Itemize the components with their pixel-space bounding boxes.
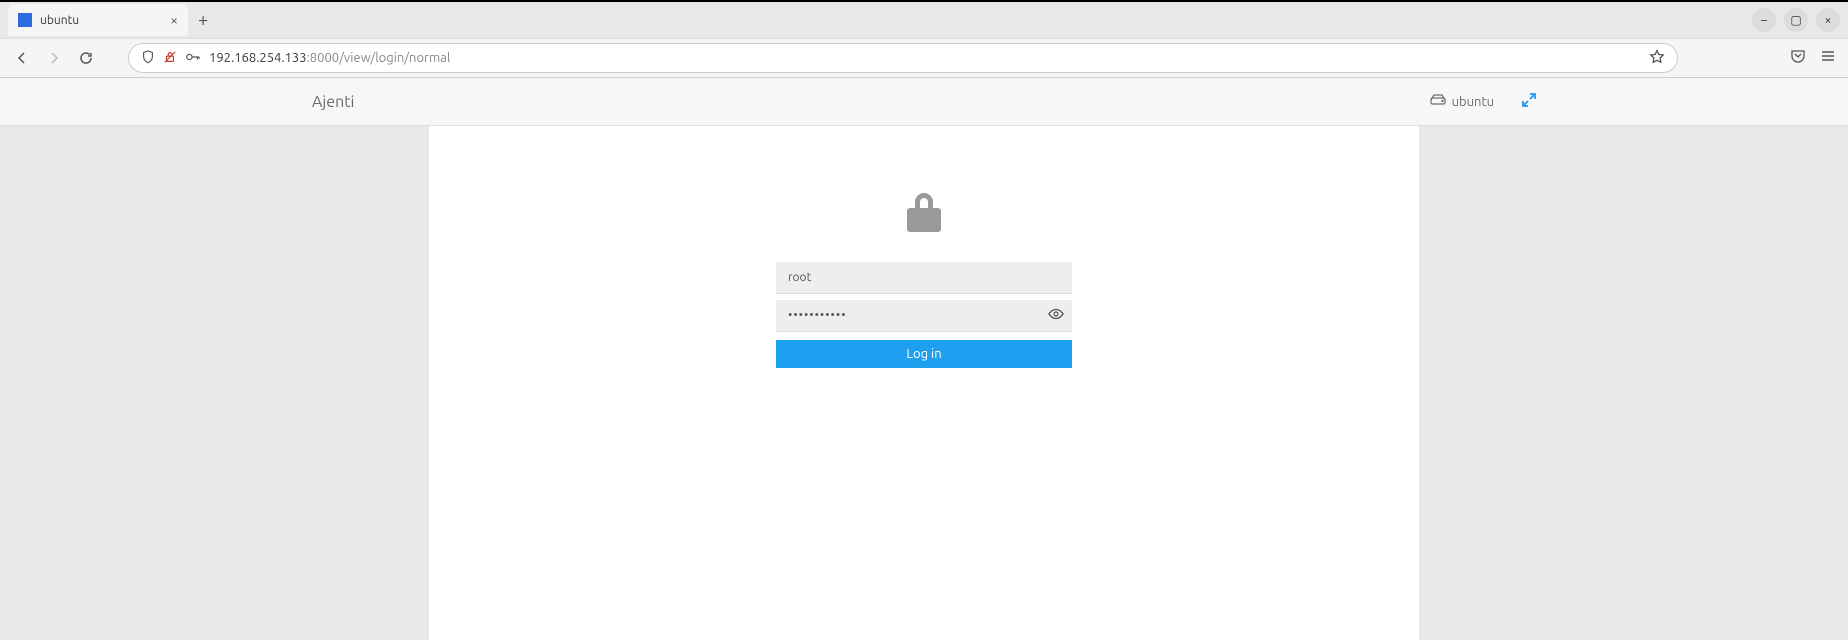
password-input[interactable]: [776, 300, 1072, 332]
close-tab-icon[interactable]: ×: [170, 12, 178, 28]
url-host: 192.168.254.133: [209, 51, 307, 65]
url-path: :8000/view/login/normal: [307, 51, 451, 65]
shield-icon: [141, 50, 155, 67]
tabstrip: ubuntu × + – ▢ ×: [0, 2, 1848, 38]
url-text: 192.168.254.133:8000/view/login/normal: [209, 51, 1641, 65]
content-panel: Log in: [429, 126, 1419, 640]
app-brand: Ajenti: [312, 93, 354, 111]
eye-icon[interactable]: [1048, 306, 1064, 326]
browser-toolbar: 192.168.254.133:8000/view/login/normal: [0, 38, 1848, 78]
login-form: Log in: [776, 190, 1072, 368]
close-window-button[interactable]: ×: [1816, 8, 1840, 32]
browser-tab[interactable]: ubuntu ×: [8, 4, 188, 36]
content-wrap: Log in: [0, 126, 1848, 640]
back-button[interactable]: [12, 48, 32, 68]
maximize-button[interactable]: ▢: [1784, 8, 1808, 32]
lock-icon: [903, 190, 945, 240]
new-tab-button[interactable]: +: [198, 10, 208, 30]
reload-button[interactable]: [76, 48, 96, 68]
key-icon: [185, 50, 201, 67]
login-button[interactable]: Log in: [776, 340, 1072, 368]
app-header-right: ubuntu: [1430, 93, 1536, 110]
app-header: Ajenti ubuntu: [0, 78, 1848, 126]
pocket-icon[interactable]: [1790, 48, 1806, 68]
tab-title: ubuntu: [40, 14, 162, 27]
forward-button[interactable]: [44, 48, 64, 68]
url-bar[interactable]: 192.168.254.133:8000/view/login/normal: [128, 43, 1678, 73]
hostname-text: ubuntu: [1452, 95, 1494, 109]
browser-chrome: ubuntu × + – ▢ ×: [0, 0, 1848, 78]
favicon-icon: [18, 13, 32, 27]
username-input[interactable]: [776, 262, 1072, 294]
hostname-indicator[interactable]: ubuntu: [1430, 94, 1494, 109]
disk-icon: [1430, 94, 1446, 109]
toolbar-right: [1790, 48, 1836, 68]
window-controls: – ▢ ×: [1752, 8, 1840, 32]
minimize-button[interactable]: –: [1752, 8, 1776, 32]
expand-icon[interactable]: [1522, 93, 1536, 110]
bookmark-star-icon[interactable]: [1649, 49, 1665, 68]
hamburger-menu-icon[interactable]: [1820, 48, 1836, 68]
insecure-lock-icon: [163, 50, 177, 67]
